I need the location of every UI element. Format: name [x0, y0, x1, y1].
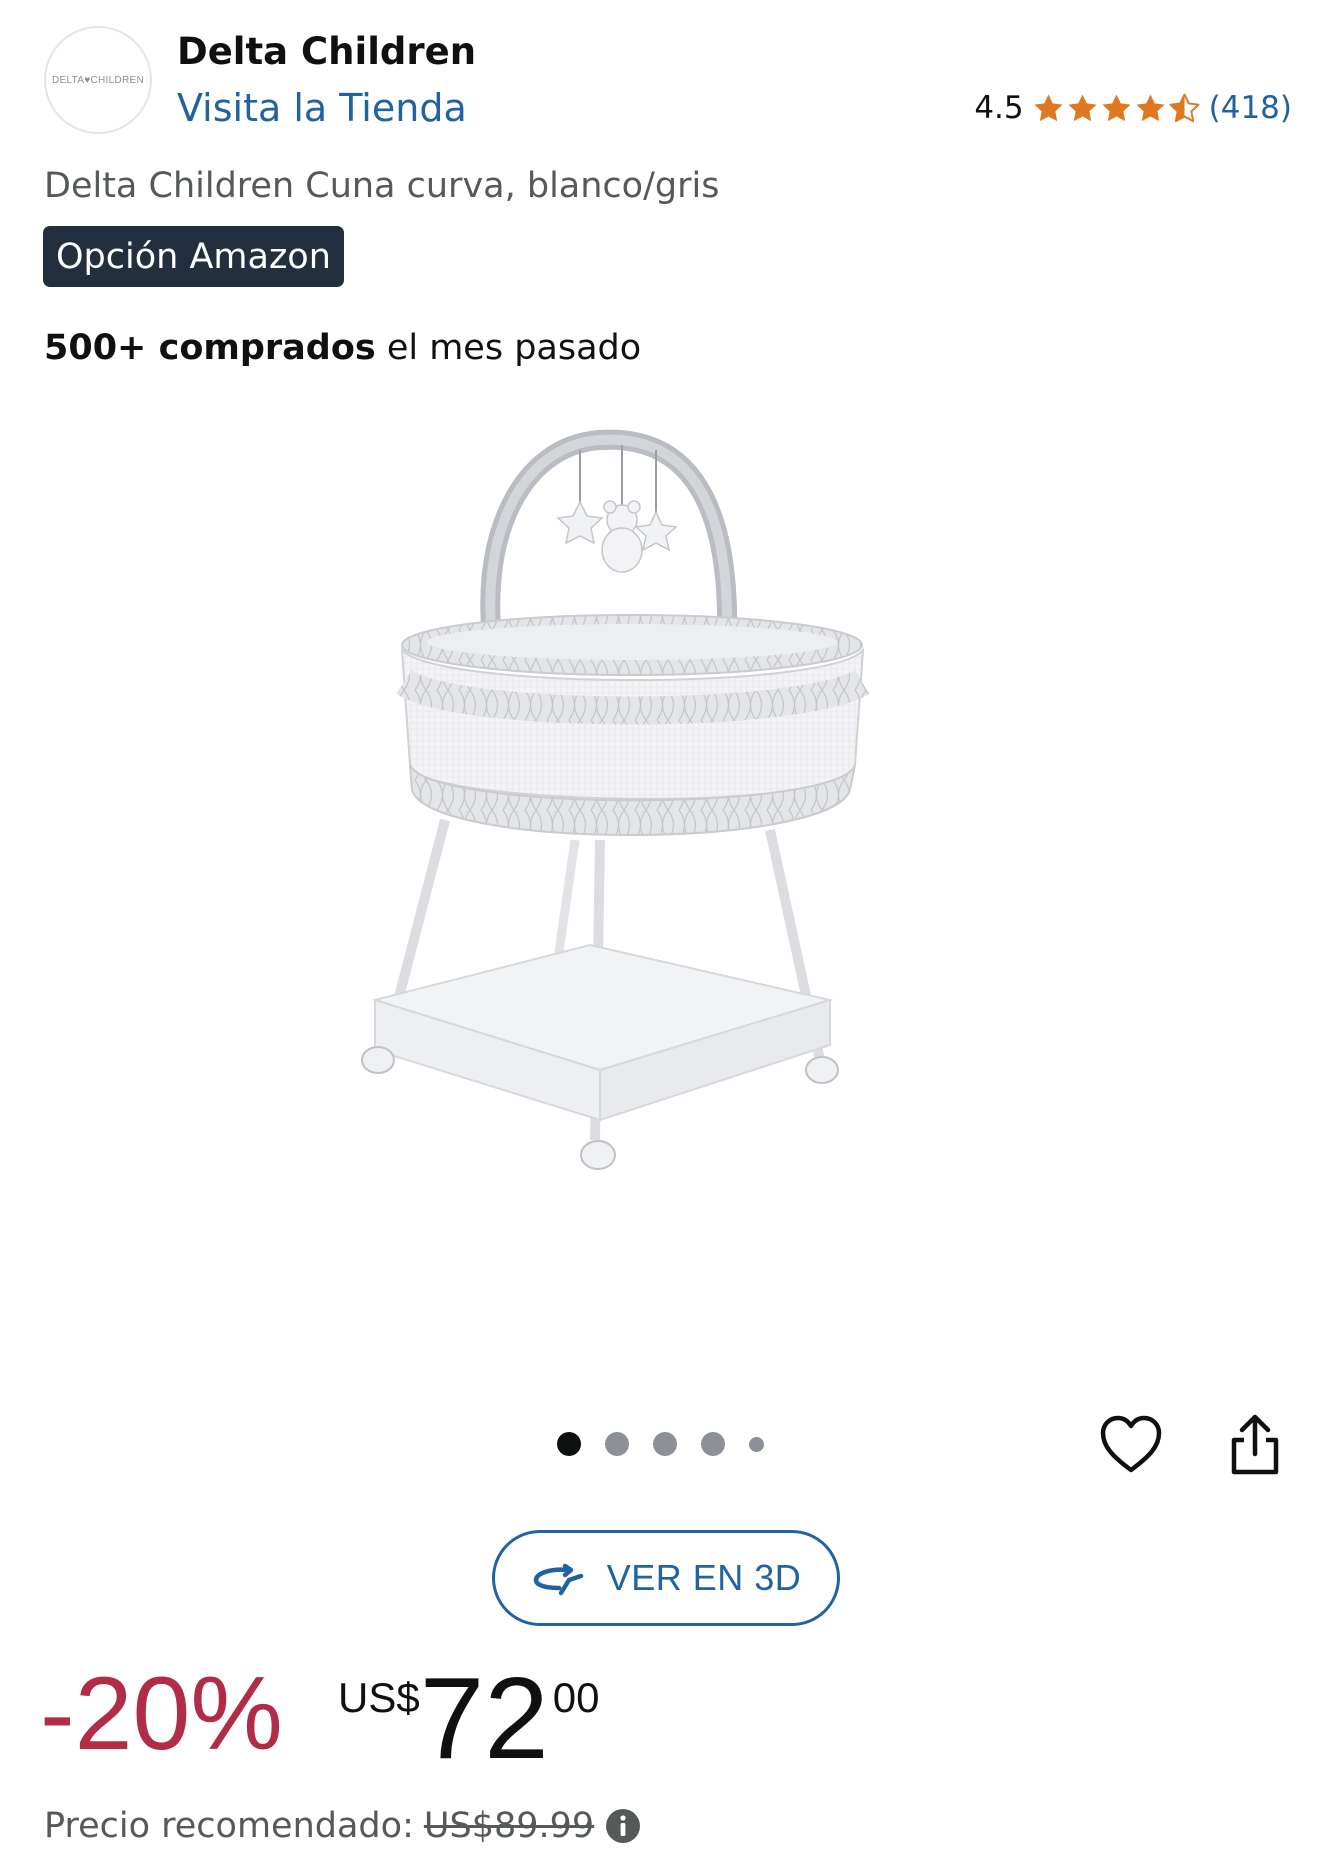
list-price-value: US$89.99 [423, 1806, 595, 1846]
bought-count: 500+ comprados [44, 328, 376, 368]
visit-store-link[interactable]: Visita la Tienda [177, 86, 467, 130]
star-full-icon [1034, 93, 1063, 121]
view-in-3d-label: VER EN 3D [606, 1557, 802, 1598]
pager-dot-active[interactable] [557, 1432, 581, 1456]
wishlist-button[interactable] [1098, 1414, 1164, 1476]
list-price-row: Precio recomendado: US$89.99 [44, 1806, 642, 1846]
star-full-icon [1136, 93, 1165, 121]
price-currency: US$ [338, 1674, 420, 1721]
rating-summary[interactable]: 4.5 (418) [974, 90, 1292, 126]
star-half-icon [1169, 93, 1200, 122]
pager-dot[interactable] [653, 1432, 677, 1456]
amazon-choice-badge[interactable]: Opción Amazon [43, 226, 344, 287]
bought-period: el mes pasado [375, 328, 642, 368]
star-rating [1032, 92, 1201, 125]
star-full-icon [1102, 93, 1131, 121]
price: US$ 72 00 [338, 1660, 599, 1776]
info-icon[interactable] [604, 1807, 642, 1845]
share-button[interactable] [1224, 1412, 1286, 1478]
view-in-3d-button[interactable]: VER EN 3D [492, 1530, 840, 1626]
share-icon [1231, 1414, 1279, 1475]
star-full-icon [1068, 93, 1097, 121]
pager-dot[interactable] [605, 1432, 629, 1456]
rating-value: 4.5 [974, 90, 1024, 126]
price-whole: 72 [419, 1653, 549, 1783]
rotate-3d-icon [533, 1563, 583, 1596]
heart-icon [1100, 1415, 1162, 1473]
product-image[interactable] [360, 420, 980, 1320]
brand-name: Delta Children [177, 30, 477, 73]
pager-dot[interactable] [749, 1436, 764, 1452]
discount-percentage: -20% [40, 1656, 283, 1772]
rating-count-link[interactable]: (418) [1209, 90, 1292, 126]
price-fraction: 00 [552, 1674, 600, 1721]
brand-logo[interactable]: DELTA♥CHILDREN [44, 26, 152, 134]
product-title: Delta Children Cuna curva, blanco/gris [44, 166, 720, 206]
brand-logo-text: DELTA♥CHILDREN [51, 74, 144, 86]
pager-dot[interactable] [701, 1432, 725, 1456]
bought-last-month: 500+ comprados el mes pasado [44, 328, 641, 368]
image-pager[interactable] [557, 1432, 764, 1456]
list-price-label: Precio recomendado: [44, 1806, 414, 1846]
